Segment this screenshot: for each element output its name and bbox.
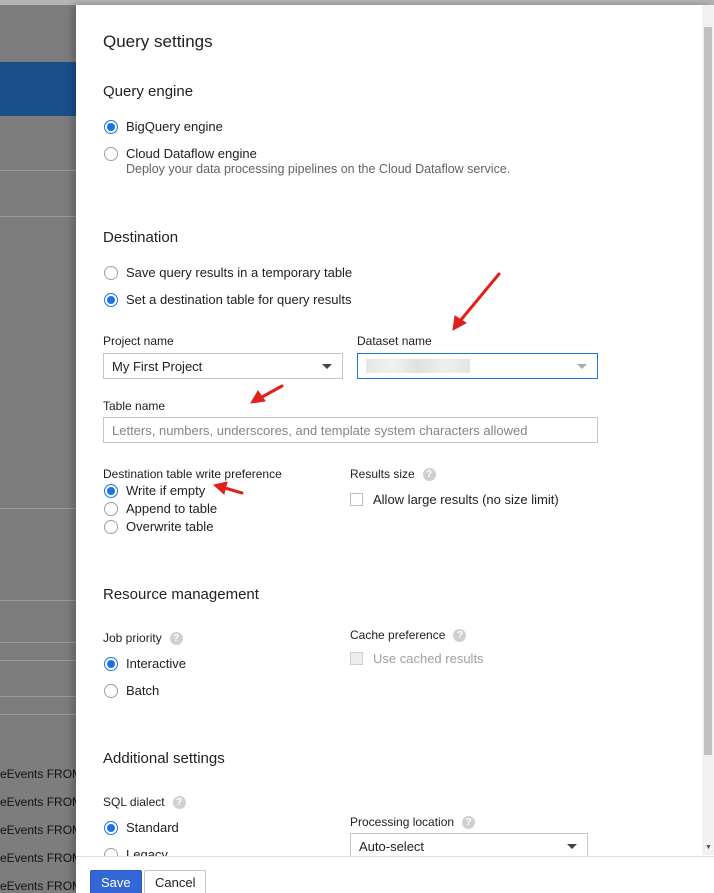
annotation-arrow-icon (452, 272, 501, 331)
annotation-arrow-icon (212, 481, 244, 495)
annotation-arrows (212, 272, 501, 495)
annotation-arrow-icon (250, 384, 284, 404)
